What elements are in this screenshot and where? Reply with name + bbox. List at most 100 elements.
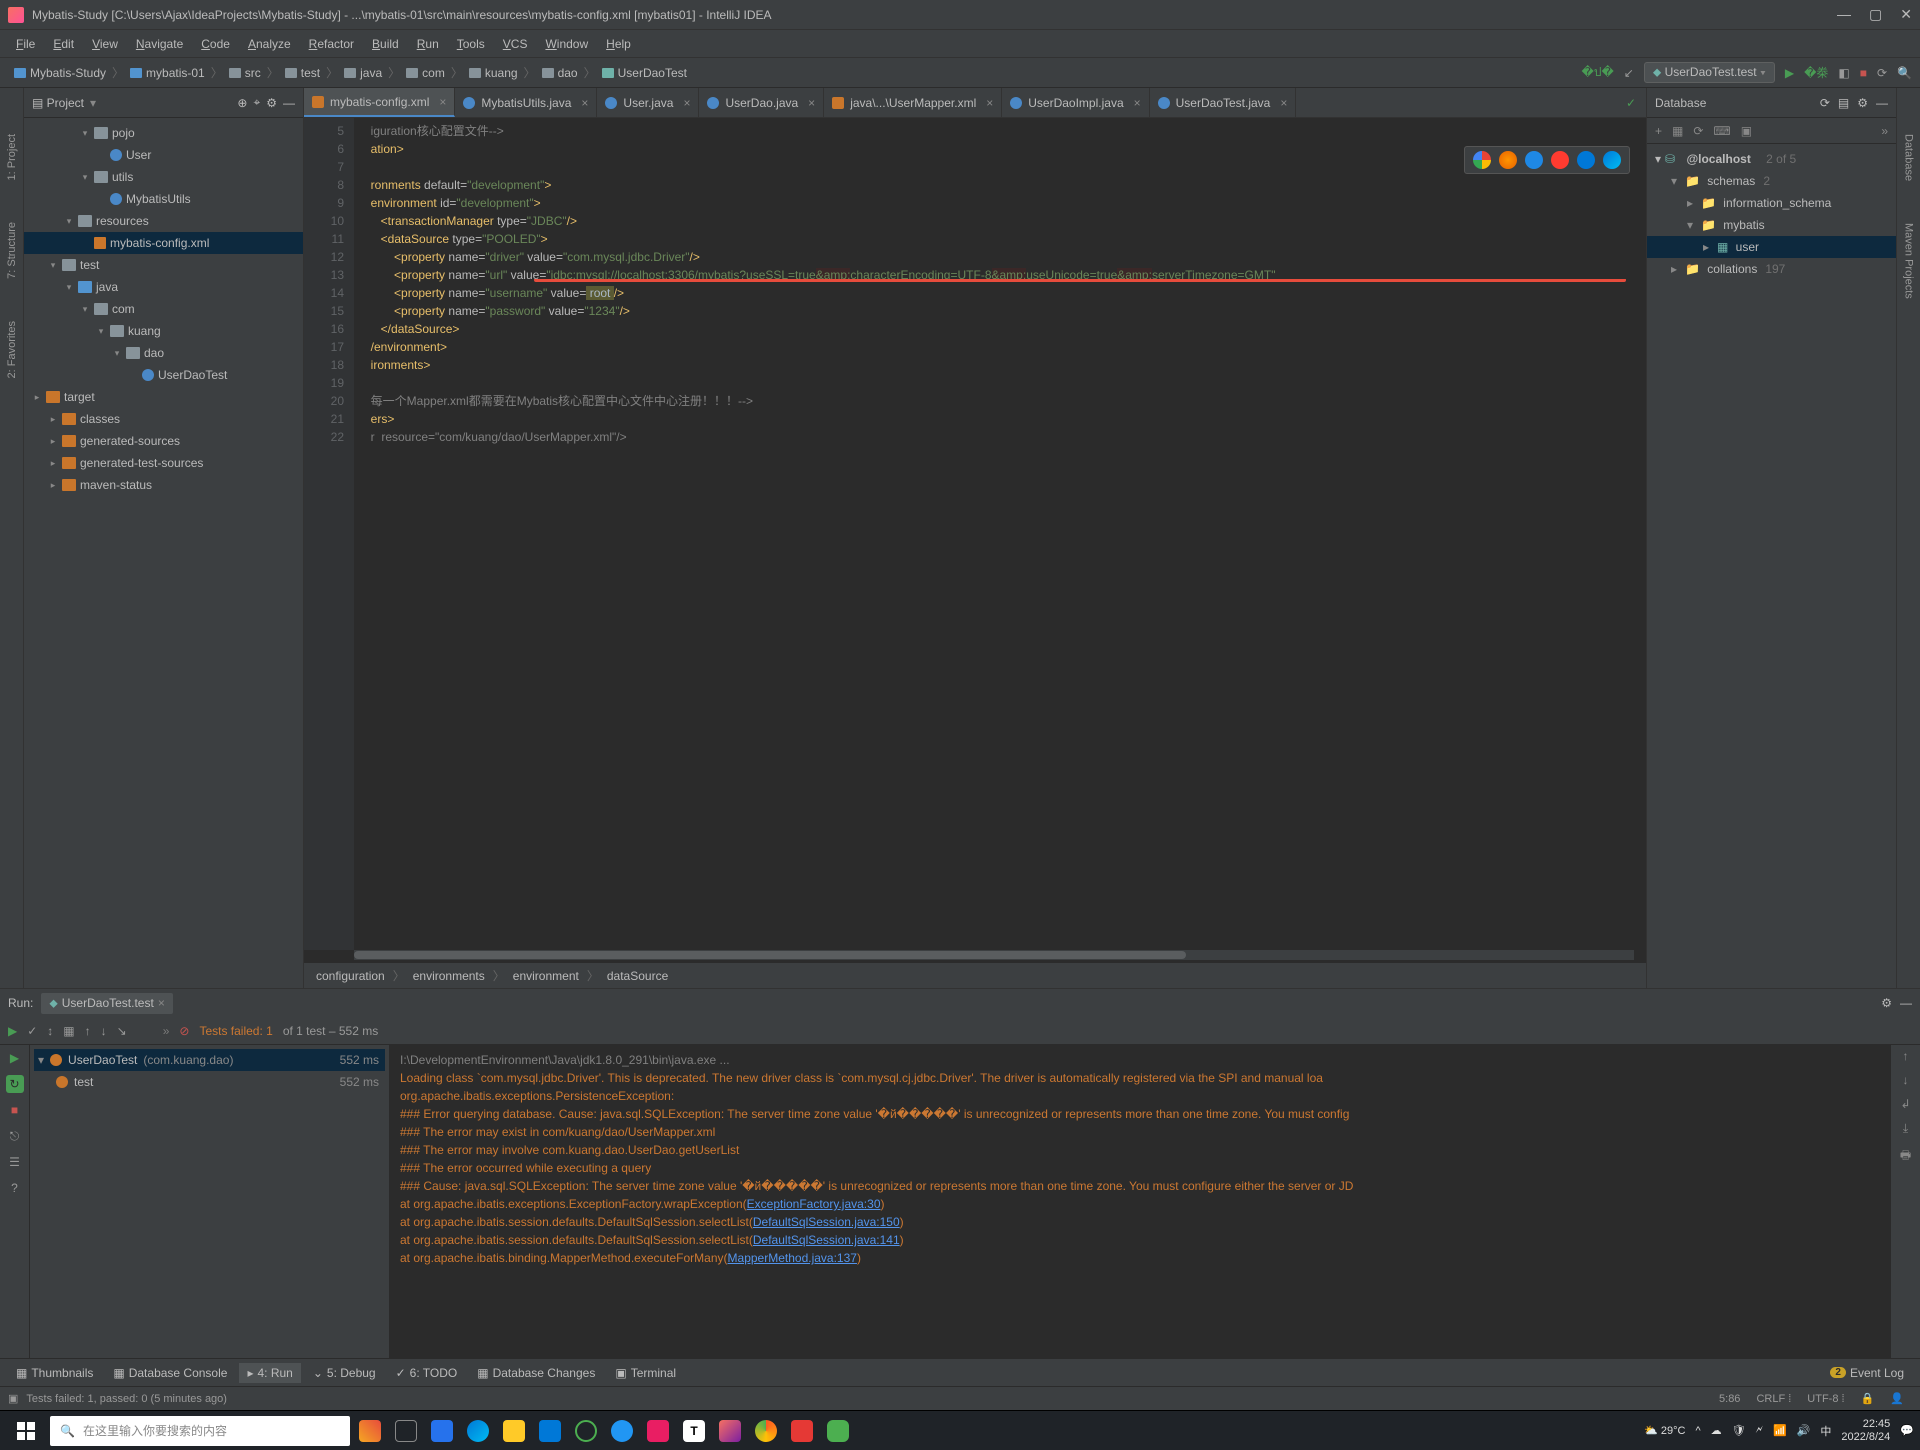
database-tree[interactable]: ▾⛁ @localhost 2 of 5 ▾📁 schemas2▸📁 infor…: [1647, 144, 1896, 988]
hide-icon[interactable]: —: [283, 96, 295, 110]
code-line[interactable]: ronments default="development">: [354, 176, 1646, 194]
editor-tab[interactable]: MybatisUtils.java×: [455, 88, 597, 117]
run-settings-icon[interactable]: [1881, 996, 1892, 1010]
nav-back-icon[interactable]: ↙: [1624, 66, 1634, 80]
tree-node[interactable]: ▸target: [24, 386, 303, 408]
editor-tab[interactable]: UserDaoTest.java×: [1150, 88, 1297, 117]
run-pass-icon[interactable]: ↻: [6, 1075, 24, 1093]
tab-close-icon[interactable]: ×: [1134, 96, 1141, 110]
tab-close-icon[interactable]: ×: [439, 95, 446, 109]
rt-export-icon[interactable]: ↘: [117, 1024, 127, 1038]
db-more-icon[interactable]: »: [1881, 124, 1888, 138]
code-area[interactable]: iguration核心配置文件--> ation> ronments defau…: [354, 118, 1646, 950]
db-node[interactable]: ▾📁 mybatis: [1647, 214, 1896, 236]
db-node[interactable]: ▸📁 collations197: [1647, 258, 1896, 280]
db-settings-icon[interactable]: [1857, 96, 1868, 110]
menu-code[interactable]: Code: [193, 33, 238, 55]
tray-battery[interactable]: 🗲: [1756, 1424, 1763, 1437]
settings-icon[interactable]: [266, 96, 277, 110]
console-line[interactable]: ### Cause: java.sql.SQLException: The se…: [400, 1177, 1880, 1195]
coverage-button[interactable]: ◧: [1838, 66, 1849, 80]
run-pin-icon[interactable]: ⎋: [6, 1127, 24, 1145]
edge-icon[interactable]: [462, 1415, 494, 1447]
breadcrumb-item[interactable]: kuang: [463, 66, 524, 80]
collapse-icon[interactable]: ⊕: [237, 96, 247, 110]
debug-button[interactable]: �桊: [1804, 64, 1828, 81]
struct-crumb[interactable]: dataSource: [607, 969, 668, 983]
tray-volume[interactable]: 🔊: [1797, 1424, 1811, 1437]
caret-position[interactable]: 5:86: [1711, 1393, 1748, 1405]
bottom-tab[interactable]: ▦Thumbnails: [8, 1363, 101, 1383]
console-line[interactable]: at org.apache.ibatis.exceptions.Exceptio…: [400, 1195, 1880, 1213]
tree-node[interactable]: ▾dao: [24, 342, 303, 364]
rt-expand-icon[interactable]: ▦: [63, 1024, 74, 1038]
minimize-button[interactable]: —: [1837, 6, 1851, 23]
wechat-icon[interactable]: [822, 1415, 854, 1447]
right-tab[interactable]: Maven Projects: [1901, 217, 1917, 305]
console-line[interactable]: org.apache.ibatis.exceptions.Persistence…: [400, 1087, 1880, 1105]
editor-tab[interactable]: UserDaoImpl.java×: [1002, 88, 1149, 117]
db-hide-icon[interactable]: —: [1876, 96, 1888, 110]
typora-icon[interactable]: T: [678, 1415, 710, 1447]
struct-crumb[interactable]: environments: [413, 969, 485, 983]
tab-close-icon[interactable]: ×: [1280, 96, 1287, 110]
menu-help[interactable]: Help: [598, 33, 639, 55]
inspector-icon[interactable]: 👤: [1882, 1392, 1912, 1405]
editor-tab[interactable]: mybatis-config.xml×: [304, 88, 455, 117]
code-line[interactable]: /environment>: [354, 338, 1646, 356]
print-icon[interactable]: 🖶: [1900, 1146, 1911, 1167]
tree-node[interactable]: ▾test: [24, 254, 303, 276]
db-node[interactable]: ▾📁 schemas2: [1647, 170, 1896, 192]
rerun-all-icon[interactable]: ▶: [6, 1049, 24, 1067]
app-icon-1[interactable]: [570, 1415, 602, 1447]
bottom-tab[interactable]: ▸4: Run: [239, 1363, 300, 1383]
opera-icon[interactable]: [1551, 151, 1569, 169]
tree-node[interactable]: ▸classes: [24, 408, 303, 430]
tree-node[interactable]: ▾java: [24, 276, 303, 298]
bottom-tab[interactable]: ▣Terminal: [607, 1363, 684, 1383]
build-icon[interactable]: �ป�: [1582, 63, 1614, 82]
console-line[interactable]: at org.apache.ibatis.session.defaults.De…: [400, 1231, 1880, 1249]
weather-widget[interactable]: ⛅ 29°C: [1644, 1424, 1685, 1437]
menu-run[interactable]: Run: [409, 33, 447, 55]
rt-up-icon[interactable]: ↑: [85, 1024, 91, 1038]
code-line[interactable]: ers>: [354, 410, 1646, 428]
editor-tab[interactable]: UserDao.java×: [699, 88, 824, 117]
safari-icon[interactable]: [1525, 151, 1543, 169]
code-line[interactable]: [354, 158, 1646, 176]
editor-tab[interactable]: java\...\UserMapper.xml×: [824, 88, 1002, 117]
code-line[interactable]: iguration核心配置文件-->: [354, 122, 1646, 140]
scroll-end-icon[interactable]: ⤓: [1903, 1121, 1908, 1136]
mail-icon[interactable]: [534, 1415, 566, 1447]
project-tree[interactable]: ▾pojoUser▾utilsMybatisUtils▾resourcesmyb…: [24, 118, 303, 988]
db-node[interactable]: ▸▦ user: [1647, 236, 1896, 258]
db-refresh-icon[interactable]: ⟳: [1820, 96, 1830, 110]
struct-crumb[interactable]: configuration: [316, 969, 385, 983]
code-line[interactable]: <property name="username" value= root />: [354, 284, 1646, 302]
tray-shield[interactable]: 🛡: [1732, 1424, 1746, 1437]
rerun-icon[interactable]: ▶: [8, 1024, 17, 1038]
breadcrumb-item[interactable]: com: [400, 66, 451, 80]
menu-navigate[interactable]: Navigate: [128, 33, 191, 55]
left-tab[interactable]: 7: Structure: [4, 216, 20, 285]
rt-history-icon[interactable]: »: [163, 1024, 170, 1038]
taskbar-clock[interactable]: 22:45 2022/8/24: [1841, 1418, 1890, 1444]
tree-node[interactable]: ▾com: [24, 298, 303, 320]
run-stop-icon[interactable]: ■: [6, 1101, 24, 1119]
tree-node[interactable]: ▸generated-test-sources: [24, 452, 303, 474]
tree-node[interactable]: ▾kuang: [24, 320, 303, 342]
tray-chevron[interactable]: ^: [1695, 1425, 1700, 1437]
taskbar-search[interactable]: 🔍 在这里输入你要搜索的内容: [50, 1416, 350, 1446]
breadcrumb-item[interactable]: dao: [536, 66, 584, 80]
code-line[interactable]: <dataSource type="POOLED">: [354, 230, 1646, 248]
console-line[interactable]: at org.apache.ibatis.binding.MapperMetho…: [400, 1249, 1880, 1267]
snip-icon[interactable]: [786, 1415, 818, 1447]
breadcrumb-item[interactable]: Mybatis-Study: [8, 66, 112, 80]
test-row[interactable]: test552 ms: [34, 1071, 385, 1093]
run-layout-icon[interactable]: ☰: [6, 1153, 24, 1171]
code-line[interactable]: ation>: [354, 140, 1646, 158]
scroll-down-icon[interactable]: ↓: [1903, 1073, 1909, 1087]
notifications-icon[interactable]: 💬: [1900, 1424, 1914, 1437]
menu-vcs[interactable]: VCS: [495, 33, 536, 55]
struct-crumb[interactable]: environment: [513, 969, 579, 983]
